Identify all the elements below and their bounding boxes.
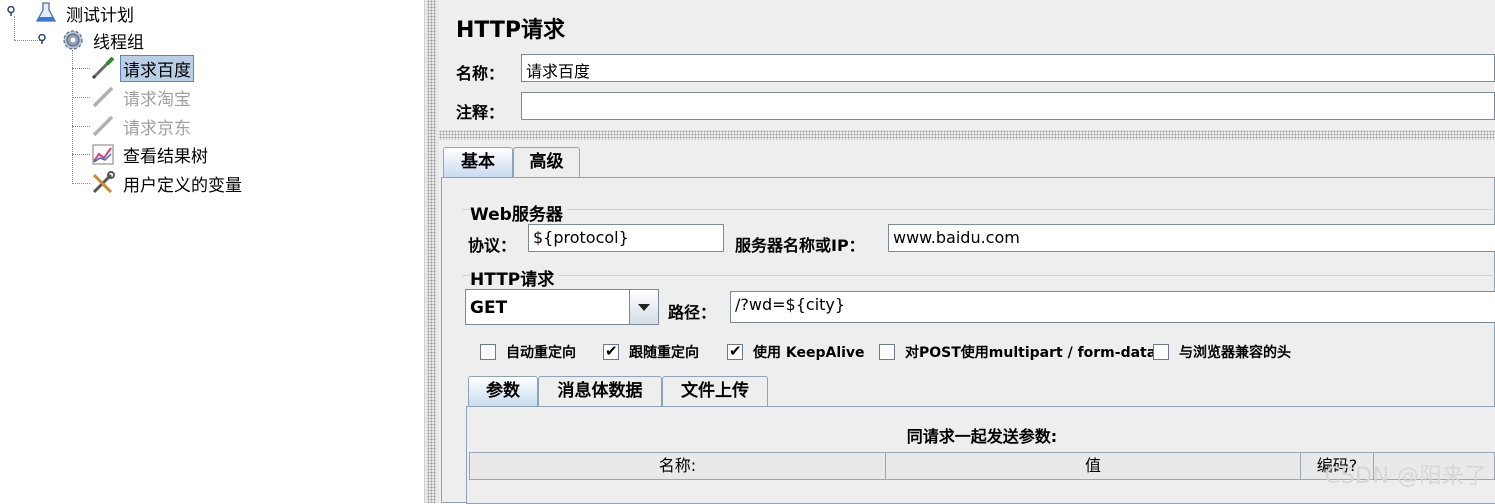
watermark-text: CSDN @阳来了 (1324, 464, 1487, 489)
horizontal-splitter[interactable] (439, 130, 1495, 140)
panel-title: HTTP请求 (456, 18, 566, 43)
http-request-group-title: HTTP请求 (470, 265, 559, 290)
tab-file-upload[interactable]: 文件上传 (662, 376, 768, 406)
tree-item-thread-group[interactable]: 线程组 (60, 27, 147, 53)
name-field[interactable]: 请求百度 (521, 54, 1495, 82)
path-field[interactable]: /?wd=${city} (730, 291, 1495, 323)
tab-basic[interactable]: 基本 (443, 147, 513, 177)
tree-expand-toggle[interactable] (6, 6, 16, 16)
test-plan-tree[interactable]: 测试计划 线程组 请求百度 请求淘宝 请求京东 查看结果树 用户定义的变量 (0, 0, 424, 503)
chevron-down-icon (638, 304, 650, 311)
tree-item-test-plan[interactable]: 测试计划 (33, 0, 137, 26)
tree-item-user-defined-variables[interactable]: 用户定义的变量 (90, 170, 245, 196)
column-header-value[interactable]: 值 (885, 452, 1301, 480)
comment-label: 注释： (456, 103, 505, 122)
checkbox-box (480, 344, 496, 360)
auto-redirect-checkbox[interactable]: 自动重定向 (480, 342, 576, 362)
checkbox-label: 自动重定向 (506, 345, 576, 361)
server-name-label: 服务器名称或IP： (735, 236, 865, 255)
http-request-panel: HTTP请求 名称： 请求百度 注释： 基本 高级 Web服务器 协议： ${p… (439, 0, 1495, 504)
method-dropdown-button[interactable] (629, 290, 658, 324)
browser-compatible-headers-checkbox[interactable]: 与浏览器兼容的头 (1153, 342, 1291, 362)
column-header-name[interactable]: 名称: (469, 452, 886, 480)
wrench-icon (90, 171, 116, 195)
checkbox-label: 对POST使用multipart / form-data (905, 345, 1157, 361)
checkbox-box (727, 342, 743, 360)
checkbox-box (879, 344, 895, 360)
protocol-field[interactable]: ${protocol} (528, 224, 724, 252)
tree-item-request-jd[interactable]: 请求京东 (90, 113, 194, 139)
tab-body-data[interactable]: 消息体数据 (538, 376, 662, 406)
server-name-field[interactable]: www.baidu.com (888, 224, 1495, 252)
tree-item-view-results-tree[interactable]: 查看结果树 (90, 141, 211, 167)
pipette-icon (90, 85, 116, 109)
name-label: 名称： (456, 64, 505, 83)
chart-icon (90, 142, 116, 166)
path-label: 路径： (668, 303, 717, 322)
checkbox-box (1153, 344, 1169, 360)
checkbox-label: 与浏览器兼容的头 (1179, 345, 1291, 361)
protocol-label: 协议： (468, 236, 517, 255)
tree-expand-toggle[interactable] (37, 34, 47, 44)
checkbox-box (603, 342, 619, 360)
web-server-group-title: Web服务器 (470, 200, 567, 225)
checkbox-label: 使用 KeepAlive (753, 345, 865, 361)
comment-field[interactable] (521, 92, 1495, 120)
method-value: GET (470, 298, 508, 318)
checkbox-label: 跟随重定向 (629, 345, 699, 361)
multipart-checkbox[interactable]: 对POST使用multipart / form-data (879, 342, 1156, 362)
tab-parameters[interactable]: 参数 (468, 376, 538, 406)
tree-item-request-baidu[interactable]: 请求百度 (90, 54, 194, 82)
pipette-icon (90, 114, 116, 138)
flask-icon (33, 1, 59, 25)
vertical-splitter[interactable] (424, 0, 440, 503)
pipette-icon (90, 56, 116, 80)
tab-advanced[interactable]: 高级 (513, 147, 580, 177)
keepalive-checkbox[interactable]: 使用 KeepAlive (727, 342, 865, 362)
tree-item-request-taobao[interactable]: 请求淘宝 (90, 84, 194, 110)
method-select[interactable]: GET (465, 289, 659, 325)
follow-redirect-checkbox[interactable]: 跟随重定向 (603, 342, 699, 362)
parameters-caption: 同请求一起发送参数: (906, 427, 1058, 446)
gear-icon (60, 28, 86, 52)
